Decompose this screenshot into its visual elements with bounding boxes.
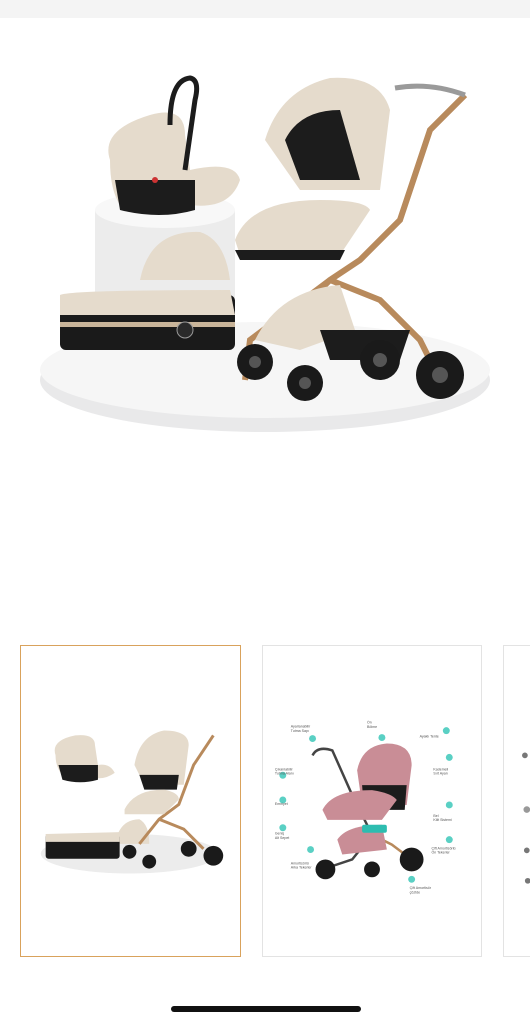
callout-label: Çift Amortisör çöztde <box>410 886 432 894</box>
callout-label: Ayarlanabilir Tutma Sapı <box>291 725 311 733</box>
stroller-partial-thumbnail-image <box>522 752 530 884</box>
callout-label: Ayaklı Tente <box>420 735 439 739</box>
thumbnail-stroller-features[interactable]: Ayarlanabilir Tutma Sapı Ön Bölme Ayaklı T… <box>262 645 482 957</box>
home-indicator <box>171 1006 361 1012</box>
thumbnail-strip: Ayarlanabilir Tutma Sapı Ön Bölme Ayaklı T… <box>0 645 530 960</box>
callout-label: Bel Kilit Sistemi <box>433 814 452 822</box>
product-hero-image[interactable] <box>0 40 530 460</box>
callout-label: Kademeli Sırt Ayarı <box>433 767 448 775</box>
stroller-set-thumbnail-image <box>40 730 224 874</box>
stroller-features-thumbnail-image: Ayarlanabilir Tutma Sapı Ön Bölme Ayaklı T… <box>275 721 456 895</box>
callout-label: Amortisörlü Arka Tekerler <box>291 861 313 869</box>
callout-label: Emniyet <box>275 802 288 806</box>
thumbnail-stroller-partial[interactable] <box>503 645 530 957</box>
status-bar <box>0 0 530 18</box>
callout-label: Çıkarılabilir Tutma Alanı <box>275 767 294 775</box>
callout-label: Çift Amortisörlü Ön Tekerler <box>431 847 455 855</box>
callout-label: Ön Bölme <box>367 721 377 729</box>
thumbnail-stroller-set[interactable] <box>20 645 241 957</box>
callout-label: Geniş Alt Sepet <box>275 832 289 840</box>
